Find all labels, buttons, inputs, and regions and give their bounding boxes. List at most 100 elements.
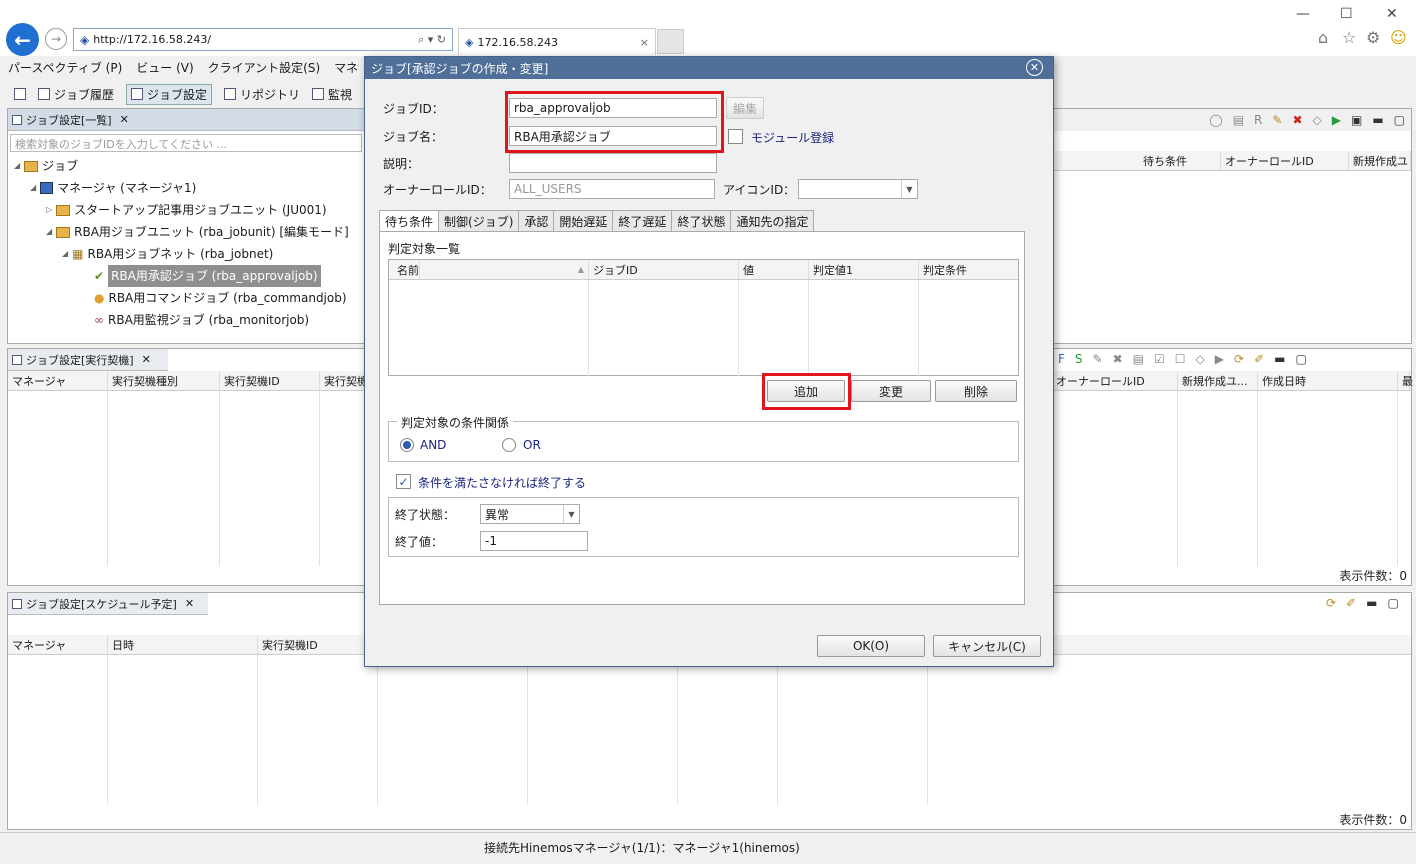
column-header[interactable]: 作成日時 [1258, 371, 1398, 390]
tree-node[interactable]: ◢ マネージャ (マネージャ1) [14, 177, 364, 199]
toolbar-monitor[interactable]: 監視 [312, 86, 352, 103]
column-header[interactable]: オーナーロールID [1052, 371, 1178, 390]
tree-view-icon[interactable]: ▣ [1351, 113, 1362, 127]
column-header[interactable]: 判定条件 [919, 260, 1018, 279]
maximize-button[interactable]: ☐ [1340, 6, 1353, 22]
tab-start-delay[interactable]: 開始遅延 [553, 210, 614, 232]
close-icon[interactable]: ✕ [142, 353, 151, 366]
forward-button[interactable]: → [45, 28, 67, 50]
end-status-select[interactable]: 異常 ▼ [480, 504, 580, 524]
filter-icon[interactable]: ✐ [1254, 352, 1264, 366]
refresh-icon[interactable]: ⟳ [1326, 596, 1336, 610]
tab-exec-trigger[interactable]: ジョブ設定[実行契機] ✕ [8, 349, 168, 371]
menu-view[interactable]: ビュー (V) [136, 59, 193, 76]
tab-wait-condition[interactable]: 待ち条件 [379, 210, 440, 232]
icon-id-select[interactable]: ▼ [798, 179, 918, 199]
column-header[interactable]: 新規作成ユ [1349, 151, 1411, 170]
job-name-input[interactable]: RBA用承認ジョブ [509, 126, 717, 146]
column-header[interactable]: オーナーロールID [1221, 151, 1349, 170]
toolbar-open-perspective[interactable] [14, 88, 26, 100]
tree-node[interactable]: ◢ ▦ RBA用ジョブネット (rba_jobnet) [14, 243, 364, 265]
maximize-icon[interactable]: ▢ [1394, 113, 1405, 127]
menu-manager[interactable]: マネ [334, 59, 358, 76]
column-header[interactable]: ジョブID [589, 260, 739, 279]
tree-node[interactable]: ◢ ジョブ [14, 155, 364, 177]
minimize-icon[interactable]: ▬ [1366, 596, 1377, 610]
cancel-button[interactable]: キャンセル(C) [933, 635, 1041, 657]
refresh-icon[interactable]: ⟳ [1234, 352, 1244, 366]
tab-schedule[interactable]: ジョブ設定[スケジュール予定] ✕ [8, 593, 208, 615]
menu-perspective[interactable]: パースペクティブ (P) [8, 59, 122, 76]
edit-button[interactable]: 編集 [726, 97, 764, 119]
address-bar[interactable]: ◈ http://172.16.58.243/ ⌕ ▾ ↻ [73, 28, 453, 51]
disable-icon[interactable]: ☐ [1175, 352, 1186, 366]
minimize-icon[interactable]: ▬ [1372, 113, 1383, 127]
column-header[interactable]: 実行契機種別 [108, 371, 220, 390]
eraser-icon[interactable]: ◇ [1313, 113, 1322, 127]
favorites-icon[interactable]: ☆ [1342, 28, 1356, 47]
toolbar-repository[interactable]: リポジトリ [224, 86, 300, 103]
back-button[interactable]: ← [6, 23, 39, 56]
browser-tab[interactable]: ◈ 172.16.58.243 × [458, 28, 656, 55]
tree-node[interactable]: ∞ RBA用監視ジョブ (rba_monitorjob) [14, 309, 364, 331]
column-header[interactable]: 実行契機ID [220, 371, 320, 390]
copy-icon[interactable]: ▤ [1133, 352, 1144, 366]
minimize-button[interactable]: — [1296, 6, 1310, 22]
close-icon[interactable]: × [640, 36, 649, 49]
tab-job-list[interactable]: ジョブ設定[一覧] ✕ [8, 109, 364, 131]
modify-button[interactable]: 変更 [851, 380, 931, 402]
column-header[interactable]: マネージャ [8, 371, 108, 390]
maximize-icon[interactable]: ▢ [1387, 596, 1398, 610]
run-icon[interactable]: ▶ [1332, 113, 1341, 127]
filter-icon[interactable]: ✐ [1346, 596, 1356, 610]
menu-client-settings[interactable]: クライアント設定(S) [208, 59, 321, 76]
document-icon[interactable]: ▤ [1233, 113, 1244, 127]
ok-button[interactable]: OK(O) [817, 635, 925, 657]
column-header[interactable]: マネージャ [8, 635, 108, 654]
column-header[interactable]: 待ち条件 [1139, 151, 1221, 170]
column-header[interactable]: 実行契機ID [258, 635, 378, 654]
pencil-icon[interactable]: ✎ [1272, 113, 1282, 127]
column-header[interactable]: 判定値1 [809, 260, 919, 279]
column-header[interactable]: 日時 [108, 635, 258, 654]
dialog-close-button[interactable]: ✕ [1026, 59, 1043, 76]
close-icon[interactable]: ✕ [185, 597, 194, 610]
delete-button[interactable]: 削除 [935, 380, 1017, 402]
description-input[interactable] [509, 153, 717, 173]
tree-node[interactable]: ● RBA用コマンドジョブ (rba_commandjob) [14, 287, 364, 309]
column-header[interactable]: 新規作成ユ... [1178, 371, 1258, 390]
tab-approval[interactable]: 承認 [518, 210, 555, 232]
and-radio[interactable] [400, 438, 414, 452]
column-header[interactable]: 値 [739, 260, 809, 279]
approval-icon[interactable]: ◯ [1209, 113, 1222, 127]
close-window-button[interactable]: ✕ [1386, 6, 1398, 22]
tab-notification[interactable]: 通知先の指定 [730, 210, 815, 232]
end-if-unmet-checkbox[interactable]: ✓ [396, 474, 411, 489]
tab-end-status[interactable]: 終了状態 [671, 210, 732, 232]
tab-control[interactable]: 制御(ジョブ) [438, 210, 520, 232]
pencil-icon[interactable]: ✎ [1093, 352, 1103, 366]
maximize-icon[interactable]: ▢ [1295, 352, 1306, 366]
toolbar-job-settings[interactable]: ジョブ設定 [126, 83, 213, 105]
new-tab-button[interactable] [657, 29, 684, 54]
toolbar-job-history[interactable]: ジョブ履歴 [38, 86, 114, 103]
tree-node[interactable]: ◢ RBA用ジョブユニット (rba_jobunit) [編集モード] [14, 221, 364, 243]
column-header[interactable]: 最 [1398, 371, 1413, 390]
job-id-input[interactable]: rba_approvaljob [509, 98, 717, 118]
search-icon[interactable]: ⌕ ▾ ↻ [418, 33, 446, 47]
tab-end-delay[interactable]: 終了遅延 [612, 210, 673, 232]
job-search-input[interactable]: 検索対象のジョブIDを入力してください ... [10, 134, 362, 152]
gear-icon[interactable]: ⚙ [1366, 28, 1380, 47]
delete-icon[interactable]: ✖ [1292, 113, 1302, 127]
add-schedule-icon[interactable]: F [1058, 352, 1065, 366]
column-header[interactable]: 名前 ▲ [389, 260, 589, 279]
minimize-icon[interactable]: ▬ [1274, 352, 1285, 366]
or-radio[interactable] [502, 438, 516, 452]
add-button[interactable]: 追加 [767, 380, 845, 402]
column-header[interactable]: 実行契機 [320, 371, 370, 390]
close-icon[interactable]: ✕ [120, 113, 129, 126]
end-value-input[interactable]: -1 [480, 531, 588, 551]
tree-node[interactable]: ▷ スタートアップ記事用ジョブユニット (JU001) [14, 199, 364, 221]
eraser-icon[interactable]: ◇ [1196, 352, 1205, 366]
module-checkbox[interactable] [728, 129, 743, 144]
